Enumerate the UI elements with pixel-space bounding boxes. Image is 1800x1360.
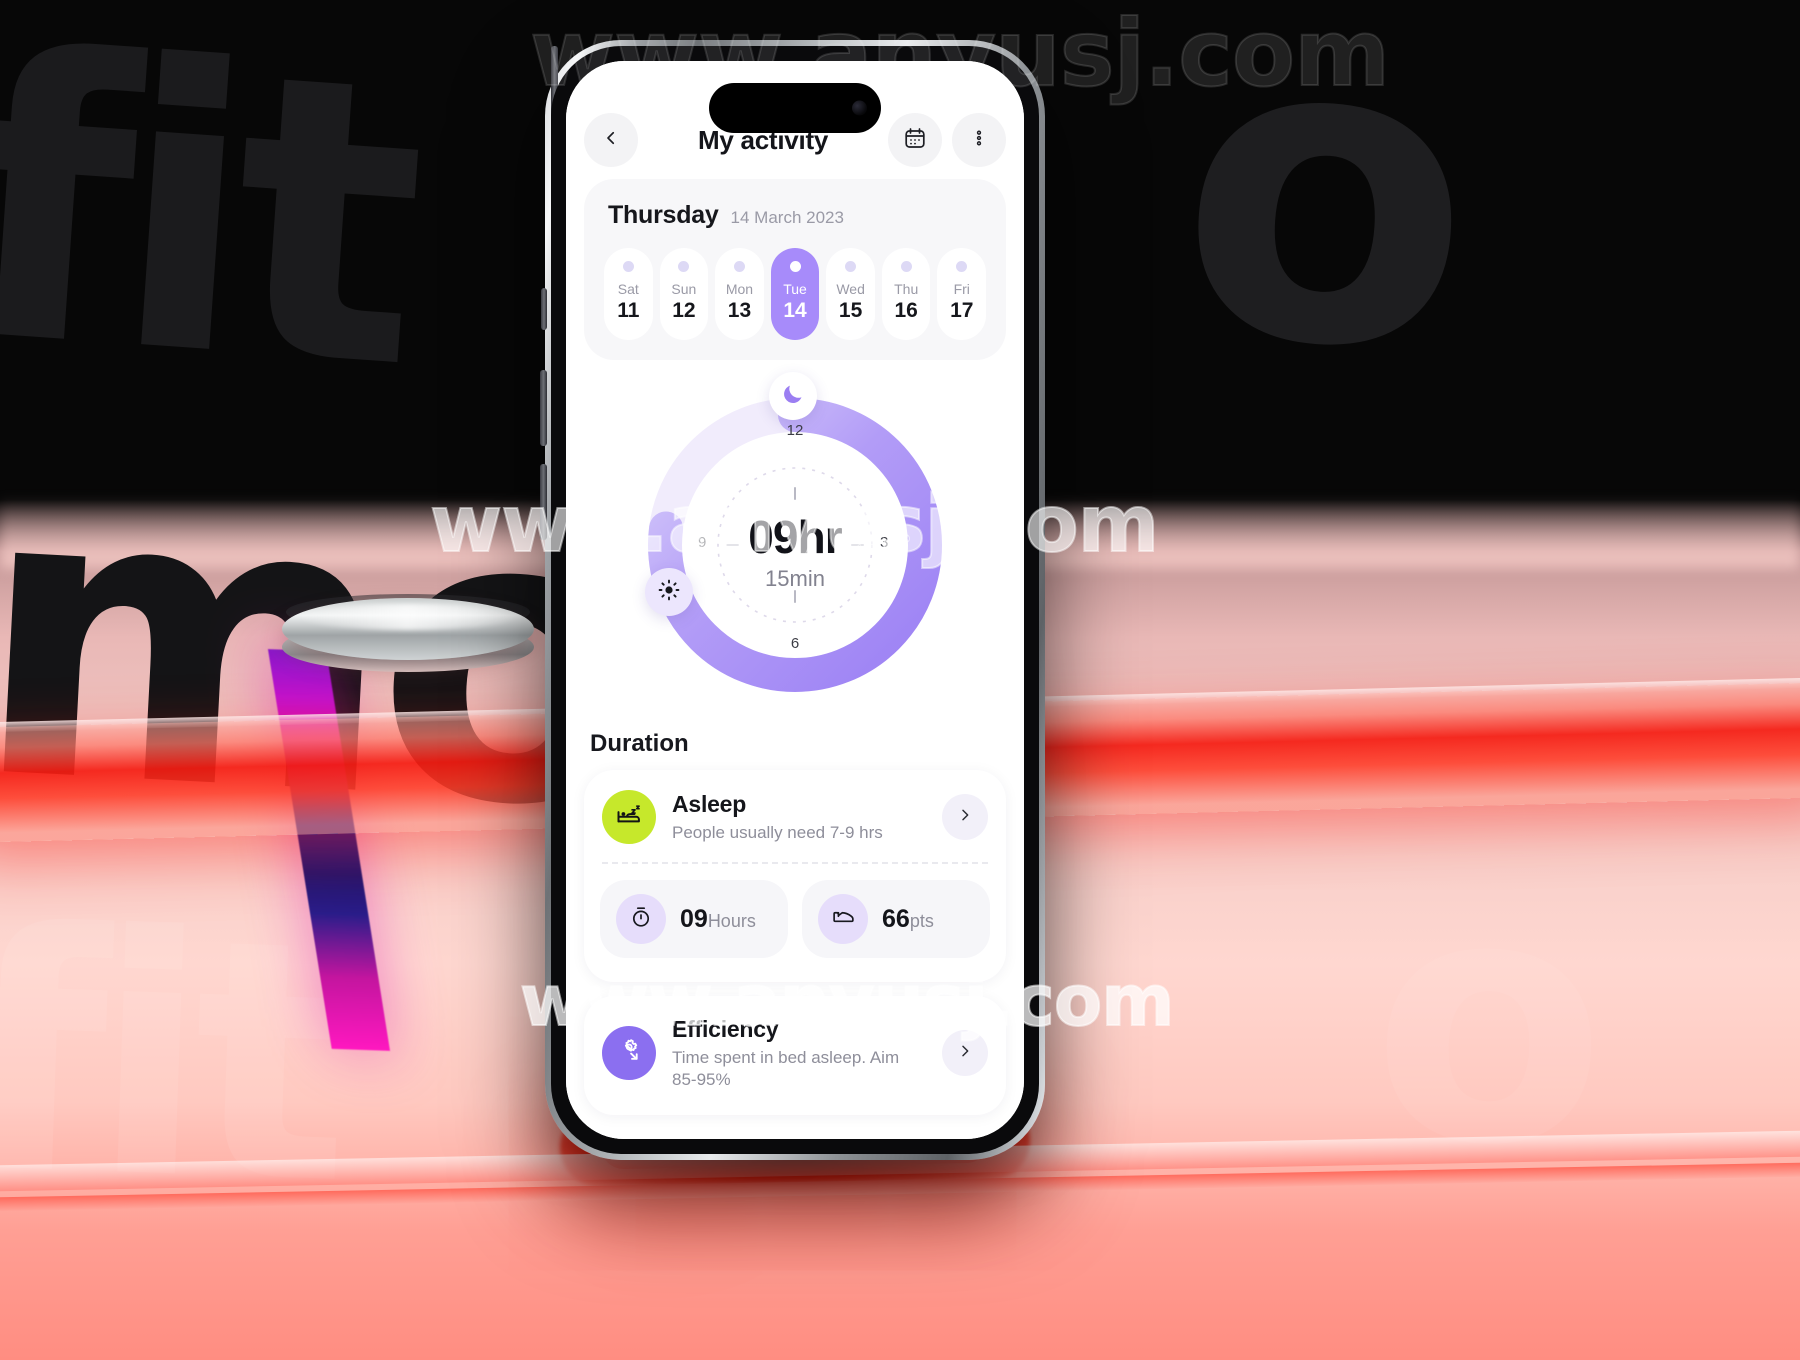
asleep-chevron-button[interactable] [942,794,988,840]
day-dot-icon [956,261,968,272]
back-button[interactable] [584,113,638,167]
ring-tick-6: 6 [790,635,800,652]
stats-row: 09Hours 66pts [584,864,1006,976]
stat-points-text: 66pts [882,905,934,934]
day-dot-icon [789,261,801,272]
volume-down-button[interactable] [540,464,547,540]
efficiency-title: Efficiency [672,1016,779,1042]
day-dot-icon [900,261,912,272]
calendar-button[interactable] [888,113,942,167]
day-number: 12 [672,299,696,322]
front-camera-icon [852,100,867,116]
day-chip-thu[interactable]: Thu 16 [881,248,931,340]
silent-switch[interactable] [541,288,547,330]
efficiency-chevron-button[interactable] [942,1030,988,1077]
day-dot-icon [845,261,857,272]
day-chip-sun[interactable]: Sun 12 [659,248,709,340]
phone-frame: My activity Thursday 14 March 2023 Sat 1… [540,40,1045,1160]
asleep-title: Asleep [672,790,747,817]
stat-points-unit: pts [909,910,934,931]
day-weekday: Wed [836,281,865,297]
stat-hours-unit: Hours [707,910,756,931]
phone-screen: My activity Thursday 14 March 2023 Sat 1… [566,61,1024,1139]
sleep-duration-ring: 12 3 6 9 09hr 15min [584,370,1006,720]
chevron-right-icon [957,807,973,828]
efficiency-subtitle: Time spent in bed asleep. Aim 85-95% [672,1048,900,1089]
dynamic-island [709,83,881,133]
day-weekday: Tue [783,281,807,297]
day-selector: Sat 11 Sun 12 Mon 13 Tue 14 Wed 15 Thu 1… [604,248,987,340]
chevron-right-icon [957,1043,973,1064]
more-vertical-icon [969,128,989,153]
day-dot-icon [622,261,634,272]
shoe-icon [831,904,856,934]
day-dot-icon [733,261,745,272]
stat-hours-value: 09 [680,904,708,933]
efficiency-card: Efficiency Time spent in bed asleep. Aim… [584,996,1006,1115]
phone-mockup: My activity Thursday 14 March 2023 Sat 1… [515,40,1075,1170]
shoe-icon-wrap [818,894,868,944]
stat-points-value: 66 [882,904,910,933]
full-date-label: 14 March 2023 [730,208,844,227]
sleep-activity-app: My activity Thursday 14 March 2023 Sat 1… [566,61,1024,1139]
asleep-text: Asleep People usually need 7-9 hrs [672,791,926,844]
gear-arrow-icon-wrap [602,1026,656,1081]
chevron-left-icon [602,129,620,152]
table-highlight [300,604,515,630]
day-weekday: Fri [953,281,970,297]
day-chip-wed[interactable]: Wed 15 [826,248,875,340]
day-number: 16 [894,299,918,322]
gear-arrow-icon [615,1037,643,1070]
day-number: 17 [950,299,974,322]
duration-section-title: Duration [590,730,689,757]
day-number: 14 [783,299,807,322]
phone-bezel: My activity Thursday 14 March 2023 Sat 1… [551,46,1039,1154]
bed-sleep-icon-wrap [602,790,656,844]
day-dot-icon [678,261,690,272]
ring-center-readout: 09hr 15min [675,510,915,592]
day-number: 15 [838,299,863,322]
volume-up-button[interactable] [540,370,547,446]
calendar-icon [903,126,927,155]
ring-tick-12: 12 [786,422,804,439]
moon-icon [781,382,805,411]
day-weekday: Sun [671,281,697,297]
background-watermark-fit: fit [0,0,422,454]
day-number: 11 [617,299,640,322]
day-weekday: Mon [725,281,754,297]
sleep-minutes-value: 15min [765,566,825,591]
stopwatch-icon-wrap [616,894,666,944]
bed-sleep-icon [615,801,643,834]
day-weekday: Thu [894,281,919,297]
date-header: Thursday 14 March 2023 [604,201,986,230]
day-chip-fri[interactable]: Fri 17 [937,248,987,340]
asleep-row[interactable]: Asleep People usually need 7-9 hrs [584,770,1006,862]
efficiency-text: Efficiency Time spent in bed asleep. Aim… [672,1016,926,1091]
day-chip-sat[interactable]: Sat 11 [604,248,653,340]
stat-points[interactable]: 66pts [802,880,990,958]
day-number: 13 [727,299,752,322]
calendar-card: Thursday 14 March 2023 Sat 11 Sun 12 Mon… [584,179,1006,360]
sleep-start-badge[interactable] [769,372,817,420]
day-chip-mon[interactable]: Mon 13 [715,248,764,340]
duration-card: Asleep People usually need 7-9 hrs 09Hou… [584,770,1006,982]
day-chip-tue-selected[interactable]: Tue 14 [770,248,820,340]
day-weekday: Sat [617,281,639,297]
sleep-hours-value: 09hr [748,511,842,563]
more-options-button[interactable] [952,113,1006,167]
stopwatch-icon [629,905,653,934]
stat-hours[interactable]: 09Hours [600,880,788,958]
weekday-label: Thursday [608,201,719,229]
background-watermark-o: o [1165,0,1472,447]
asleep-subtitle: People usually need 7-9 hrs [672,822,883,842]
stat-hours-text: 09Hours [680,905,756,934]
efficiency-row[interactable]: Efficiency Time spent in bed asleep. Aim… [584,996,1006,1109]
